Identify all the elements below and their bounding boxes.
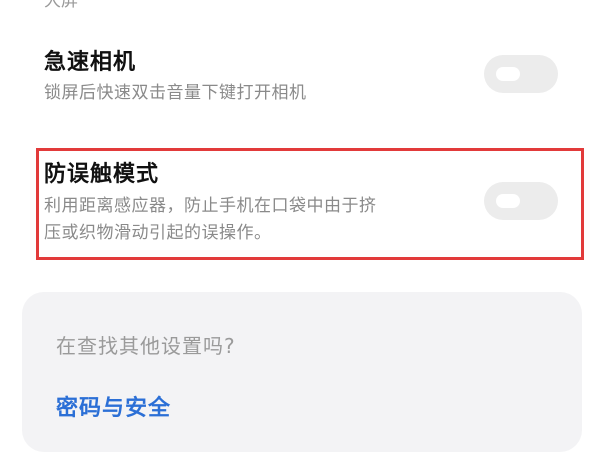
setting-description: 锁屏后快速双击音量下键打开相机 <box>44 83 307 103</box>
setting-row-quick-camera[interactable]: 急速相机 锁屏后快速双击音量下键打开相机 <box>0 0 600 130</box>
setting-title: 急速相机 <box>44 50 137 75</box>
password-security-link[interactable]: 密码与安全 <box>56 390 171 422</box>
highlight-box <box>36 148 584 260</box>
search-suggestion-card: 在查找其他设置吗? 密码与安全 <box>22 292 582 452</box>
quick-camera-toggle[interactable] <box>484 55 558 93</box>
search-question: 在查找其他设置吗? <box>56 334 236 358</box>
toggle-knob <box>496 67 520 81</box>
